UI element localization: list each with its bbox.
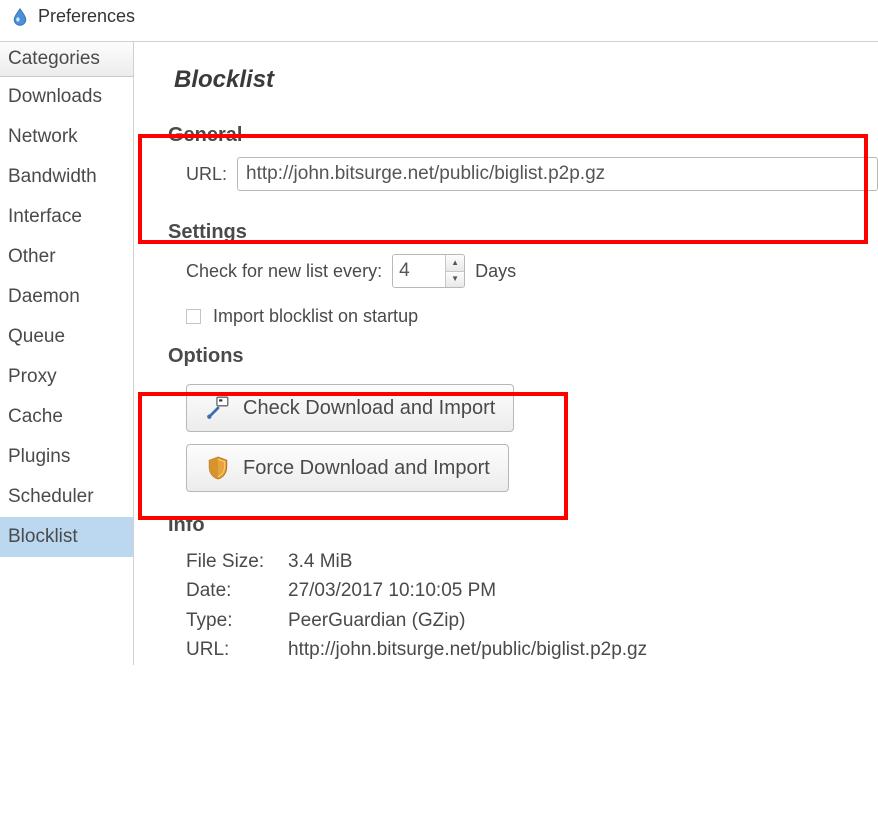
force-download-import-button[interactable]: Force Download and Import	[186, 444, 509, 492]
force-download-import-label: Force Download and Import	[243, 457, 490, 480]
panel-title: Blocklist	[174, 66, 878, 94]
check-interval-input[interactable]	[393, 255, 445, 287]
sidebar-item-proxy[interactable]: Proxy	[0, 357, 133, 397]
section-options-heading: Options	[168, 345, 878, 368]
info-value: PeerGuardian (GZip)	[288, 606, 465, 635]
sidebar-item-downloads[interactable]: Downloads	[0, 77, 133, 117]
sidebar-item-bandwidth[interactable]: Bandwidth	[0, 157, 133, 197]
sidebar-item-cache[interactable]: Cache	[0, 397, 133, 437]
check-download-import-label: Check Download and Import	[243, 397, 495, 420]
check-interval-spinner[interactable]: ▲ ▼	[392, 254, 465, 288]
spinner-down-button[interactable]: ▼	[446, 272, 464, 288]
sidebar: Categories DownloadsNetworkBandwidthInte…	[0, 42, 134, 665]
titlebar: Preferences	[0, 0, 878, 41]
sidebar-header: Categories	[0, 42, 133, 77]
content-panel: Blocklist General URL: Settings Check fo…	[134, 42, 878, 665]
key-icon	[205, 395, 231, 421]
info-value: 3.4 MiB	[288, 547, 352, 576]
sidebar-item-blocklist[interactable]: Blocklist	[0, 517, 133, 557]
import-startup-label: Import blocklist on startup	[213, 306, 418, 327]
section-settings-heading: Settings	[168, 221, 878, 244]
info-label: File Size:	[186, 547, 282, 576]
sidebar-item-queue[interactable]: Queue	[0, 317, 133, 357]
sidebar-item-interface[interactable]: Interface	[0, 197, 133, 237]
url-row: URL:	[186, 157, 878, 191]
section-general-heading: General	[168, 124, 878, 147]
main-area: Categories DownloadsNetworkBandwidthInte…	[0, 41, 878, 665]
info-label: Date:	[186, 576, 282, 605]
window-title: Preferences	[38, 6, 135, 27]
info-label: Type:	[186, 606, 282, 635]
import-startup-row[interactable]: Import blocklist on startup	[186, 306, 878, 327]
url-label: URL:	[186, 164, 227, 185]
check-interval-unit: Days	[475, 261, 516, 282]
sidebar-item-daemon[interactable]: Daemon	[0, 277, 133, 317]
spinner-up-button[interactable]: ▲	[446, 255, 464, 272]
info-label: URL:	[186, 635, 282, 664]
info-row: Date:27/03/2017 10:10:05 PM	[186, 576, 878, 605]
info-row: File Size:3.4 MiB	[186, 547, 878, 576]
info-row: URL:http://john.bitsurge.net/public/bigl…	[186, 635, 878, 664]
info-value: http://john.bitsurge.net/public/biglist.…	[288, 635, 647, 664]
check-interval-row: Check for new list every: ▲ ▼ Days	[186, 254, 878, 288]
sidebar-item-other[interactable]: Other	[0, 237, 133, 277]
sidebar-item-scheduler[interactable]: Scheduler	[0, 477, 133, 517]
info-table: File Size:3.4 MiBDate:27/03/2017 10:10:0…	[186, 547, 878, 665]
app-droplet-icon	[10, 7, 30, 27]
check-interval-label: Check for new list every:	[186, 261, 382, 282]
info-value: 27/03/2017 10:10:05 PM	[288, 576, 496, 605]
import-startup-checkbox[interactable]	[186, 309, 201, 324]
sidebar-item-plugins[interactable]: Plugins	[0, 437, 133, 477]
url-input[interactable]	[237, 157, 878, 191]
check-download-import-button[interactable]: Check Download and Import	[186, 384, 514, 432]
section-info-heading: Info	[168, 514, 878, 537]
shield-icon	[205, 455, 231, 481]
info-row: Type:PeerGuardian (GZip)	[186, 606, 878, 635]
sidebar-item-network[interactable]: Network	[0, 117, 133, 157]
